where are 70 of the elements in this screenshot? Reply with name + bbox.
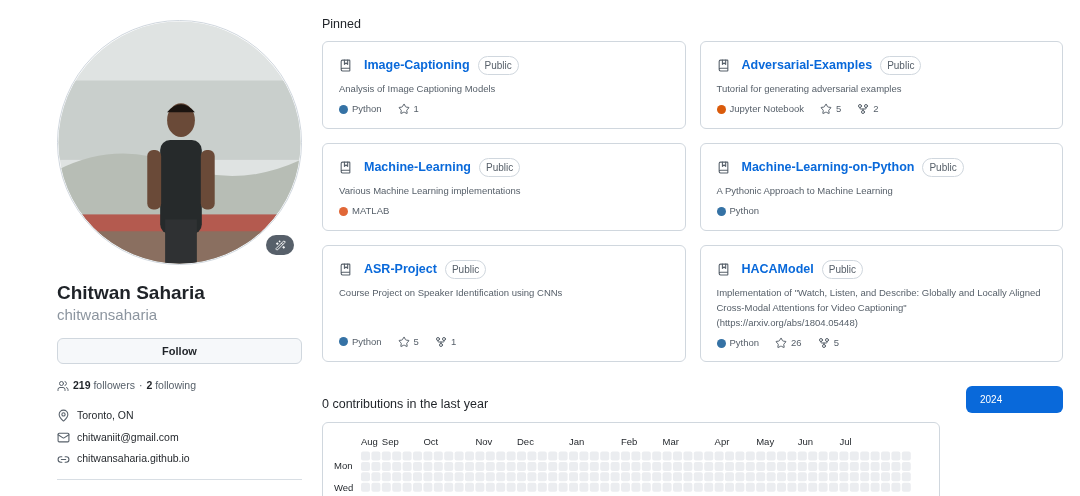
language-label: Jupyter Notebook [729,102,804,116]
repo-description: Analysis of Image Captioning Models [339,82,497,96]
website-link[interactable]: chitwansaharia.github.io [77,451,190,467]
star-icon [775,337,788,350]
email-link[interactable]: chitwaniit@gmail.com [77,429,179,446]
month-label: Aug [361,435,378,449]
stars-link[interactable]: 26 [775,336,802,351]
stars-link[interactable]: 1 [397,102,419,117]
month-label: May [756,435,775,449]
forks-link[interactable]: 2 [857,102,879,117]
repo-link[interactable]: Machine-Learning-on-Python [741,158,915,177]
stars-link[interactable]: 5 [819,102,842,117]
profile-name: Chitwan Saharia [57,281,206,305]
following-link[interactable]: 2 following [146,378,196,394]
repo-description: Implementation of "Watch, Listen, and Describe: Globally and Locally Aligned Cross-Modal Attentions for Video Captioning" (https://arxiv.org/abs/1804.05448) [716,286,1042,330]
fork-icon [817,337,830,350]
contributions-heading: 0 contributions in the last year [322,396,490,412]
month-label: Jun [797,435,814,449]
fork-icon [857,103,870,116]
edit-avatar-button[interactable] [266,235,294,255]
repo-link[interactable]: Image-Captioning [364,56,470,75]
repo-description: A Pythonic Approach to Machine Learning [716,184,894,198]
month-label: Nov [475,435,493,449]
location-icon [57,409,70,423]
star-icon [397,103,410,116]
forks-link[interactable]: 5 [817,336,839,351]
separator: · [138,378,143,393]
month-label: Jul [839,435,852,449]
repo-description: Course Project on Speaker Identification using CNNs [339,286,564,300]
profile-username: chitwansaharia [57,305,159,325]
weekday-label: Wed [334,481,354,495]
forks-link[interactable]: 1 [434,334,457,349]
repo-icon [339,59,352,72]
repo-icon [716,161,730,174]
repo-description: Various Machine Learning implementations [339,184,522,198]
fork-icon [434,335,447,348]
repo-link[interactable]: Adversarial-Examples [741,56,873,75]
month-label: Mar [662,435,679,449]
people-icon [57,379,69,392]
repo-icon [339,161,352,174]
month-label: Sep [381,435,399,449]
star-icon [819,103,832,116]
language-label: Python [352,334,382,349]
repo-link[interactable]: ASR-Project [364,260,437,279]
followers-link[interactable]: 219 followers [73,378,135,394]
wand-icon [274,239,286,251]
month-label: Dec [517,435,534,449]
stars-link[interactable]: 5 [397,334,419,349]
weekday-label: Mon [334,459,353,473]
location-text: Toronto, ON [77,407,134,423]
language-label: Python [729,336,760,350]
language-label: Python [729,204,760,218]
repo-link[interactable]: HACAModel [741,260,814,279]
repo-icon [716,59,730,72]
language-label: MATLAB [352,204,390,218]
year-button[interactable]: 2024 [966,386,1063,413]
repo-icon [339,263,352,276]
month-label: Apr [714,435,730,449]
repo-link[interactable]: Machine-Learning [364,158,471,177]
follow-button[interactable]: Follow [57,338,302,364]
language-label: Python [352,102,382,116]
visibility-label: Public [478,158,521,177]
month-label: Oct [423,435,439,449]
mail-icon [57,430,70,444]
month-label: Feb [621,435,638,449]
pinned-heading: Pinned [322,16,362,32]
star-icon [397,335,410,348]
repo-description: Tutorial for generating adversarial examples [716,82,903,96]
month-label: Jan [569,435,585,449]
repo-icon [716,263,730,276]
